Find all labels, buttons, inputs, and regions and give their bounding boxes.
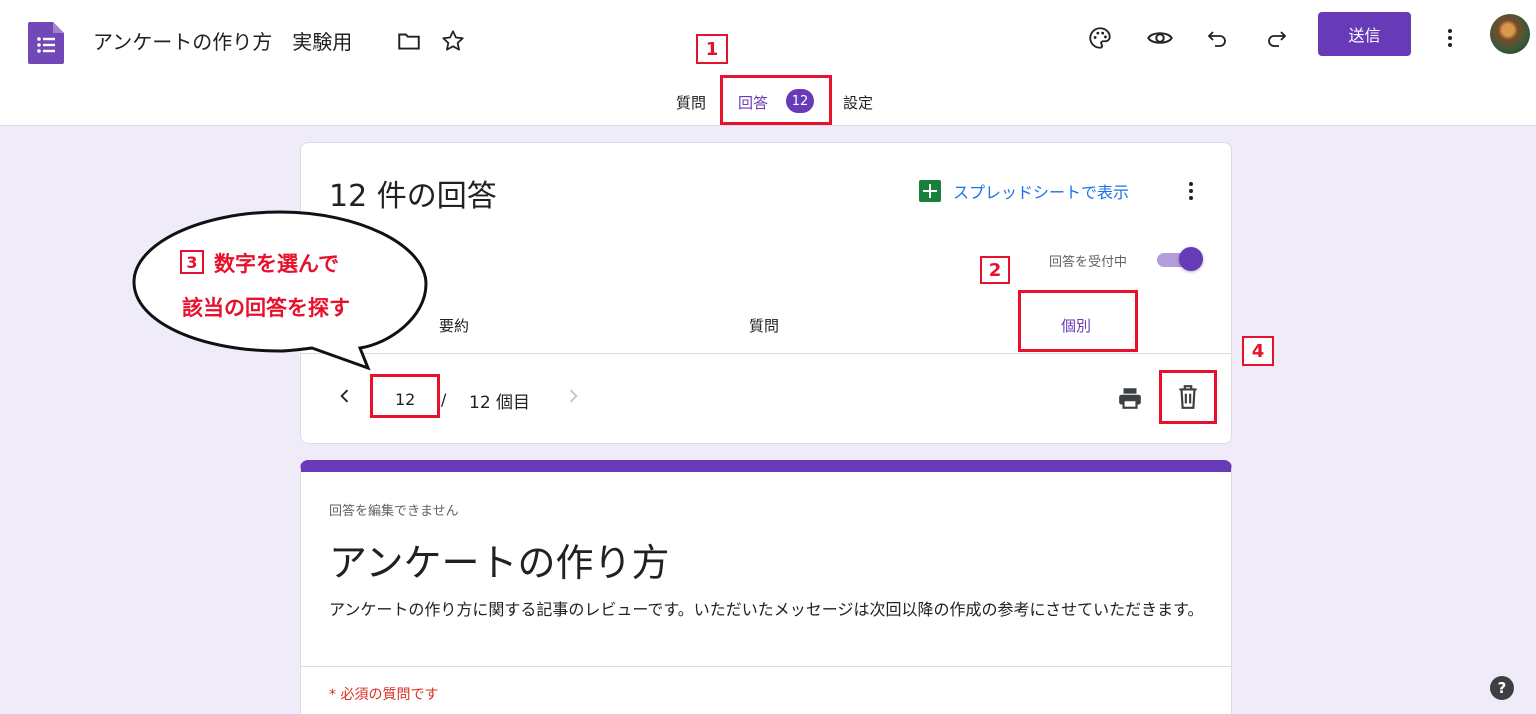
tab-questions[interactable]: 質問: [676, 92, 706, 113]
sheets-icon: [919, 180, 941, 202]
cannot-edit-notice: 回答を編集できません: [329, 504, 459, 519]
undo-button[interactable]: [1200, 20, 1236, 56]
form-header-card: 回答を編集できません アンケートの作り方 アンケートの作り方に関する記事のレビュ…: [300, 460, 1232, 714]
annotation-box-individual-tab: [1018, 290, 1138, 352]
undo-icon: [1207, 31, 1226, 47]
pager-total: 12 個目: [469, 393, 531, 413]
eye-icon: [1147, 32, 1173, 44]
annotation-box-delete: [1159, 370, 1217, 424]
toggle-thumb[interactable]: [1179, 247, 1203, 271]
print-icon[interactable]: [1117, 385, 1143, 411]
bubble-text-line1: 数字を選んで: [214, 252, 339, 276]
more-options-button[interactable]: [1432, 20, 1468, 56]
required-note: * 必須の質問です: [329, 687, 439, 703]
annotation-box-response-number: [370, 374, 440, 418]
redo-button[interactable]: [1258, 20, 1294, 56]
more-vert-icon[interactable]: [1179, 179, 1203, 203]
send-button[interactable]: 送信: [1318, 12, 1411, 56]
annotation-number-2: 2: [980, 256, 1010, 284]
subtab-question[interactable]: 質問: [749, 315, 779, 336]
view-in-sheets-label: スプレッドシートで表示: [953, 183, 1130, 202]
form-title: アンケートの作り方: [329, 541, 670, 585]
accepting-responses-label: 回答を受付中: [1049, 255, 1128, 270]
divider: [301, 666, 1231, 667]
annotation-number-3: 3: [180, 250, 204, 274]
tab-settings[interactable]: 設定: [843, 92, 873, 113]
star-icon[interactable]: [440, 28, 466, 54]
pager-separator: /: [441, 390, 447, 409]
forms-app-icon[interactable]: [28, 22, 64, 64]
divider: [301, 353, 1231, 354]
annotation-number-1: 1: [696, 34, 728, 64]
bubble-text-line2: 該当の回答を探す: [182, 296, 350, 320]
subtab-summary[interactable]: 要約: [439, 315, 469, 336]
preview-button[interactable]: [1142, 20, 1178, 56]
annotation-number-4: 4: [1242, 336, 1274, 366]
annotation-box-responses-tab: [720, 75, 832, 125]
chevron-right-icon[interactable]: [563, 386, 583, 406]
view-in-sheets-link[interactable]: スプレッドシートで表示: [919, 179, 1129, 203]
speech-bubble: [132, 210, 428, 371]
folder-icon[interactable]: [396, 28, 422, 54]
redo-icon: [1268, 31, 1287, 47]
form-description: アンケートの作り方に関する記事のレビューです。いただいたメッセージは次回以降の作…: [329, 600, 1204, 619]
palette-button[interactable]: [1082, 20, 1118, 56]
avatar[interactable]: [1490, 14, 1530, 54]
document-title[interactable]: アンケートの作り方 実験用: [93, 26, 352, 55]
help-icon[interactable]: ?: [1490, 676, 1514, 700]
more-vert-icon: [1448, 29, 1452, 47]
chevron-left-icon[interactable]: [335, 386, 355, 406]
palette-icon: [1089, 27, 1111, 49]
